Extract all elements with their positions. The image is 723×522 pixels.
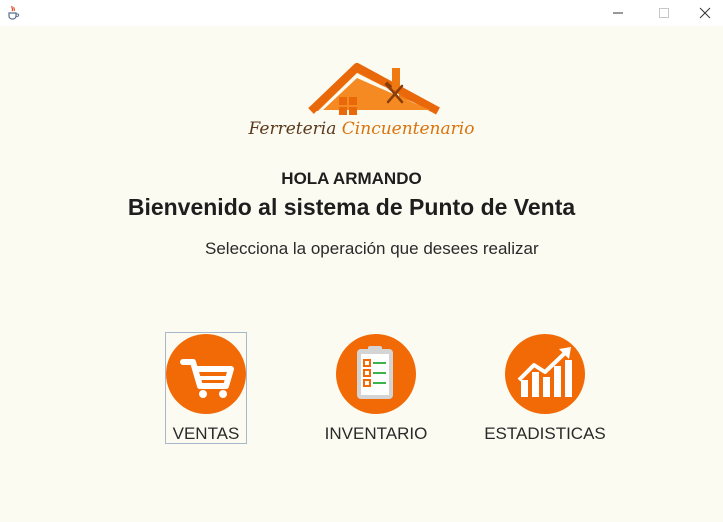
ventas-button[interactable]: VENTAS [165, 332, 247, 444]
ventas-label: VENTAS [172, 424, 240, 443]
bar-chart-growth-icon [517, 347, 572, 397]
inventario-button[interactable]: INVENTARIO [320, 332, 432, 443]
instruction-text: Selecciona la operación que desees reali… [205, 239, 539, 258]
estadisticas-icon-circle [505, 334, 585, 414]
shopping-cart-icon [180, 359, 234, 398]
brand-name: Ferreteria Cincuentenario [0, 119, 723, 139]
inventario-icon-circle [336, 334, 416, 414]
maximize-icon [659, 8, 669, 18]
minimize-button[interactable] [595, 0, 641, 26]
minimize-icon [613, 12, 623, 14]
user-greeting: HOLA ARMANDO [281, 169, 422, 188]
close-icon [699, 7, 711, 19]
inventario-label: INVENTARIO [324, 424, 428, 443]
window-titlebar [0, 0, 723, 26]
welcome-title: Bienvenido al sistema de Punto de Venta [127, 194, 576, 220]
main-panel: Ferreteria Cincuentenario HOLA ARMANDO B… [0, 26, 723, 522]
close-button[interactable] [687, 0, 723, 26]
clipboard-checklist-icon [357, 346, 393, 399]
estadisticas-label: ESTADISTICAS [484, 424, 606, 443]
java-cup-icon [8, 5, 20, 20]
ventas-icon-circle [166, 334, 246, 414]
estadisticas-button[interactable]: ESTADISTICAS [483, 332, 607, 443]
maximize-button[interactable] [641, 0, 687, 26]
brand-name-part1: Ferreteria [248, 119, 337, 139]
brand-name-part2: Cincuentenario [341, 119, 475, 139]
